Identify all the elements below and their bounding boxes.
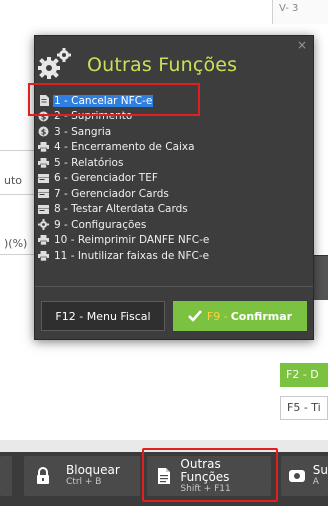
menu-item[interactable]: 5 - Relatórios — [35, 155, 313, 171]
menu-item[interactable]: 4 - Encerramento de Caixa — [35, 140, 313, 156]
menu-item-label: 9 - Configurações — [54, 218, 147, 231]
other-functions-highlight — [142, 448, 278, 502]
printer-icon — [38, 235, 49, 246]
card-icon — [38, 173, 49, 184]
form-field-label: )(%) — [4, 237, 28, 250]
printer-icon — [38, 157, 49, 168]
confirm-key: F9 - — [206, 309, 228, 323]
su-button-label: Su — [312, 463, 328, 477]
lock-button-shortcut: Ctrl + B — [66, 477, 102, 487]
f5-button[interactable]: F5 - Ti — [280, 396, 328, 420]
top-right-field: V- 3 — [272, 0, 328, 24]
menu-item-label: 10 - Reimprimir DANFE NFC-e — [54, 234, 210, 247]
menu-item[interactable]: 6 - Gerenciador TEF — [35, 171, 313, 187]
menu-item[interactable]: 9 - Configurações — [35, 217, 313, 233]
dialog-title: Outras Funções — [87, 54, 238, 76]
menu-item-label: 11 - Inutilizar faixas de NFC-e — [54, 249, 210, 262]
dollar-circle-icon: $ — [38, 126, 49, 137]
lock-button[interactable]: Bloquear Ctrl + B — [24, 456, 140, 496]
card-icon — [38, 188, 49, 199]
functions-menu: 1 - Cancelar NFC-e $2 - Suprimento $3 - Sa… — [35, 93, 313, 264]
menu-item-label: 6 - Gerenciador TEF — [54, 172, 158, 185]
dialog-header: Outras Funções × — [35, 36, 313, 90]
toolbar-button-partial[interactable] — [0, 456, 12, 496]
gears-icon — [35, 44, 75, 84]
lock-icon — [32, 465, 54, 487]
close-icon[interactable]: × — [297, 38, 307, 52]
menu-item-label: 4 - Encerramento de Caixa — [54, 141, 195, 154]
menu-item-label: 7 - Gerenciador Cards — [54, 187, 169, 200]
lock-button-label: Bloquear — [66, 463, 120, 477]
menu-item[interactable]: 7 - Gerenciador Cards — [35, 186, 313, 202]
menu-fiscal-button[interactable]: F12 - Menu Fiscal — [41, 301, 165, 331]
printer-icon — [38, 250, 49, 261]
card-icon — [38, 204, 49, 215]
support-icon — [287, 465, 307, 487]
menu-item[interactable]: 11 - Inutilizar faixas de NFC-e — [35, 248, 313, 264]
dialog-footer: F12 - Menu Fiscal F9 - Confirmar — [35, 286, 313, 340]
gear-icon — [38, 219, 49, 231]
selected-item-highlight — [28, 83, 200, 116]
menu-item[interactable]: 10 - Reimprimir DANFE NFC-e — [35, 233, 313, 249]
check-icon — [188, 310, 202, 322]
confirm-label: Confirmar — [230, 309, 293, 323]
printer-icon — [38, 142, 49, 153]
su-button-shortcut: A — [312, 477, 319, 487]
other-functions-dialog: Outras Funções × 1 - Cancelar NFC-e $2 - … — [34, 35, 314, 340]
su-button[interactable]: Su A — [281, 456, 328, 496]
form-field-label: uto — [4, 174, 23, 187]
menu-item-label: 5 - Relatórios — [54, 156, 124, 169]
menu-item-label: 8 - Testar Alterdata Cards — [54, 203, 188, 216]
f2-button[interactable]: F2 - D — [280, 363, 328, 387]
menu-item[interactable]: $3 - Sangria — [35, 124, 313, 140]
menu-item-label: 3 - Sangria — [54, 125, 112, 138]
svg-text:$: $ — [41, 128, 47, 137]
confirm-button[interactable]: F9 - Confirmar — [173, 301, 307, 331]
menu-item[interactable]: 8 - Testar Alterdata Cards — [35, 202, 313, 218]
